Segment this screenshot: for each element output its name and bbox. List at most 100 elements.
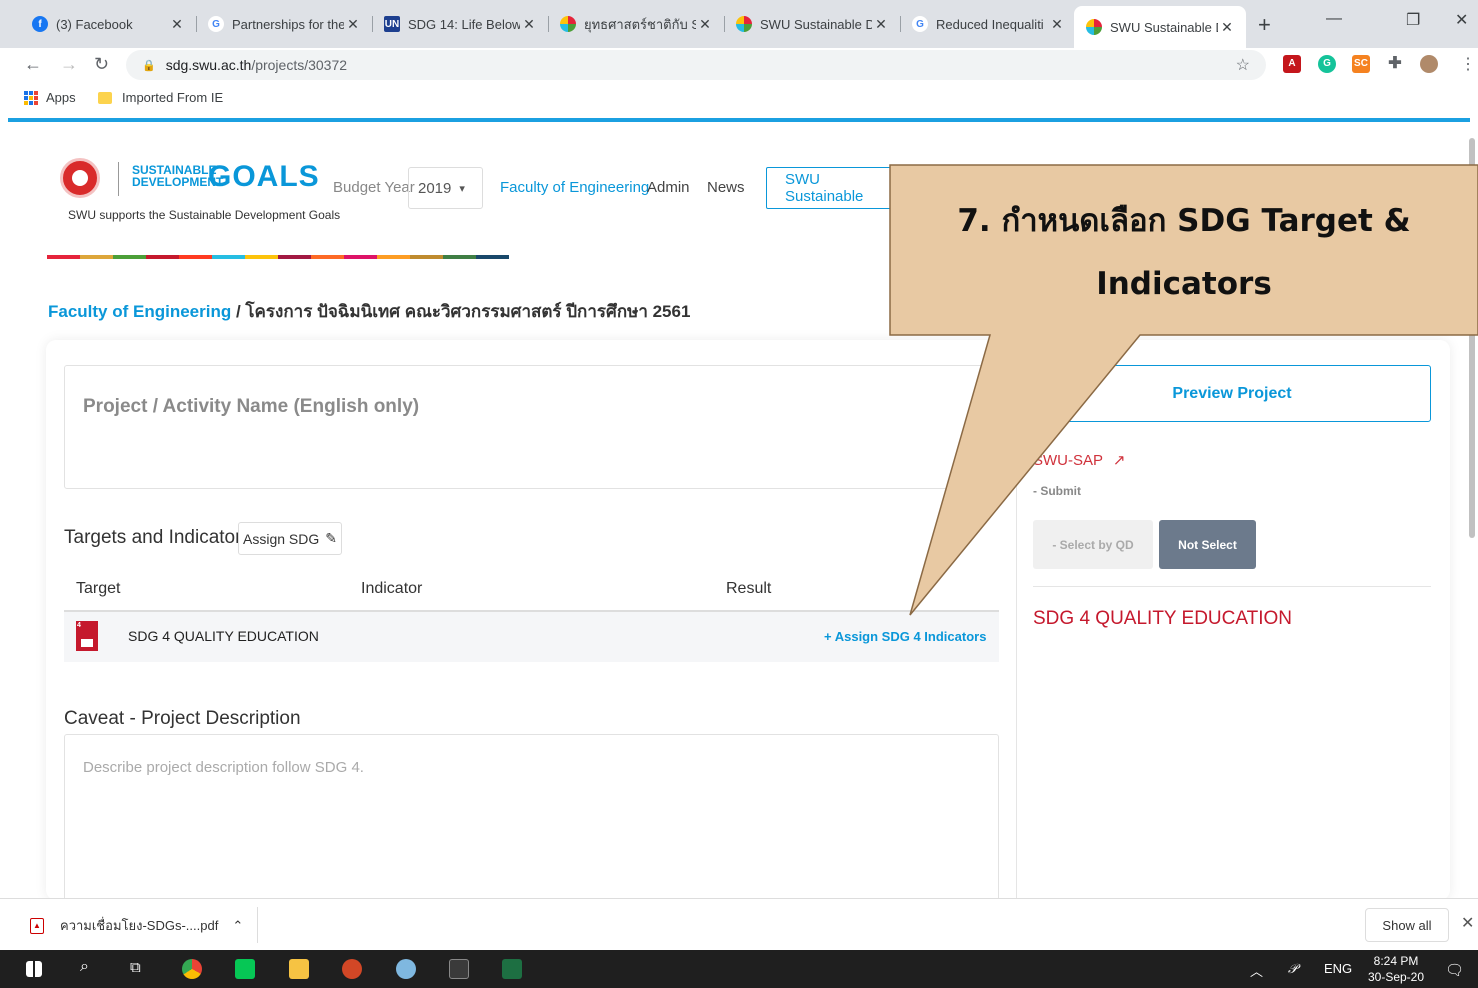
breadcrumb-current: โครงการ ปัจฉิมนิเทศ คณะวิศวกรรมศาสตร์ ปี… — [245, 302, 691, 321]
chevron-down-icon: ▾ — [459, 182, 465, 195]
show-all-button[interactable]: Show all — [1365, 908, 1449, 942]
nav-faculty-link[interactable]: Faculty of Engineering — [500, 179, 649, 196]
language-indicator[interactable]: ENG — [1324, 961, 1352, 976]
tab-title: SWU Sustainable D — [1110, 19, 1218, 35]
swu-sap-label: SWU-SAP — [1033, 452, 1103, 469]
sidebar-sdg-heading: SDG 4 QUALITY EDUCATION — [1033, 608, 1293, 629]
profile-avatar[interactable] — [1420, 55, 1438, 73]
sc-extension-icon[interactable]: SC — [1352, 55, 1370, 73]
powerpoint-taskbar-icon[interactable] — [342, 959, 362, 979]
close-window-icon[interactable]: ✕ — [1455, 10, 1468, 30]
column-header-target: Target — [76, 580, 121, 597]
google-icon: G — [912, 16, 928, 32]
paint-taskbar-icon[interactable] — [396, 959, 416, 979]
url-path: /projects/30372 — [251, 57, 348, 73]
select-by-qd-button[interactable]: - Select by QD — [1033, 520, 1153, 569]
close-tab-icon[interactable]: ✕ — [344, 16, 362, 33]
tab-reduced-inequalities[interactable]: G Reduced Inequaliti ✕ — [900, 8, 1076, 40]
assign-sdg-button[interactable]: Assign SDG ✎ — [238, 522, 342, 555]
close-tab-icon[interactable]: ✕ — [168, 16, 186, 33]
forward-icon[interactable]: → — [60, 54, 78, 75]
column-header-result: Result — [726, 580, 772, 597]
bookmark-folder-imported[interactable]: Imported From IE — [98, 90, 223, 105]
line-taskbar-icon[interactable] — [235, 959, 255, 979]
table-row: 4 SDG 4 QUALITY EDUCATION + Assign SDG 4… — [64, 612, 999, 662]
tab-partnerships[interactable]: G Partnerships for the ✕ — [196, 8, 373, 40]
callout-line-2: Indicators — [1096, 266, 1272, 302]
project-name-placeholder: Project / Activity Name (English only) — [83, 396, 420, 417]
tab-strategy[interactable]: ยุทธศาสตร์ชาติกับ SI ✕ — [548, 8, 725, 40]
submit-status: - Submit — [1033, 484, 1081, 498]
budget-year-label: Budget Year — [333, 179, 415, 196]
back-icon[interactable]: ← — [24, 54, 42, 75]
tab-swu-active[interactable]: SWU Sustainable D ✕ — [1074, 6, 1246, 48]
nav-swu-sustainable-button[interactable]: SWU Sustainable — [766, 167, 896, 209]
acrobat-extension-icon[interactable]: A — [1283, 55, 1301, 73]
grammarly-extension-icon[interactable]: G — [1318, 55, 1336, 73]
pen-icon[interactable]: 𝒫 — [1288, 961, 1297, 977]
project-description-textarea[interactable]: Describe project description follow SDG … — [64, 734, 999, 904]
file-explorer-icon[interactable] — [289, 959, 309, 979]
nav-news-link[interactable]: News — [707, 179, 745, 196]
not-select-button[interactable]: Not Select — [1159, 520, 1256, 569]
extensions-puzzle-icon[interactable]: ✚ — [1386, 55, 1404, 73]
bookmark-star-icon[interactable]: ☆ — [1236, 55, 1250, 75]
notification-icon[interactable]: 🗨 — [1445, 961, 1464, 979]
sidebar-separator — [1033, 586, 1431, 587]
menu-kebab-icon[interactable]: ⋮ — [1460, 54, 1476, 74]
budget-year-select[interactable]: 2019 ▾ — [408, 167, 483, 209]
restore-icon[interactable]: ❐ — [1406, 10, 1420, 30]
excel-taskbar-icon[interactable] — [502, 959, 522, 979]
download-item[interactable]: ▲ ความเชื่อมโยง-SDGs-....pdf ⌃ — [30, 915, 243, 936]
reload-icon[interactable]: ↻ — [94, 54, 109, 75]
assign-sdg4-indicators-link[interactable]: + Assign SDG 4 Indicators — [824, 629, 986, 644]
caveat-section-title: Caveat - Project Description — [64, 708, 301, 729]
bookmark-label: Apps — [46, 90, 76, 105]
project-name-input[interactable]: Project / Activity Name (English only) — [64, 365, 999, 489]
download-bar: ▲ ความเชื่อมโยง-SDGs-....pdf ⌃ Show all … — [0, 898, 1478, 950]
close-tab-icon[interactable]: ✕ — [1218, 19, 1236, 36]
preview-project-button[interactable]: Preview Project — [1033, 365, 1431, 422]
bookmark-apps[interactable]: Apps — [24, 90, 76, 105]
windows-start-icon[interactable] — [26, 961, 42, 977]
tab-sdg14[interactable]: UN SDG 14: Life Below ✕ — [372, 8, 549, 40]
tab-swu-1[interactable]: SWU Sustainable D ✕ — [724, 8, 901, 40]
close-tab-icon[interactable]: ✕ — [696, 16, 714, 33]
browser-tab-strip: f (3) Facebook ✕ G Partnerships for the … — [0, 0, 1478, 48]
taskbar-clock[interactable]: 8:24 PM 30-Sep-20 — [1364, 953, 1428, 985]
folder-icon — [98, 91, 112, 104]
close-download-bar-icon[interactable]: ✕ — [1461, 913, 1474, 933]
nav-admin-link[interactable]: Admin — [647, 179, 690, 196]
close-tab-icon[interactable]: ✕ — [520, 16, 538, 33]
breadcrumb-faculty-link[interactable]: Faculty of Engineering — [48, 302, 231, 321]
download-filename: ความเชื่อมโยง-SDGs-....pdf — [60, 918, 219, 933]
sdg-row-label: SDG 4 QUALITY EDUCATION — [128, 628, 319, 644]
breadcrumb: Faculty of Engineering / โครงการ ปัจฉิมน… — [48, 298, 690, 325]
new-tab-icon[interactable]: + — [1258, 12, 1271, 38]
acrobat-taskbar-icon[interactable] — [449, 959, 469, 979]
chevron-up-icon[interactable]: ⌃ — [232, 918, 243, 934]
external-link-icon: ↗ — [1112, 452, 1126, 469]
tab-title: ยุทธศาสตร์ชาติกับ SI — [584, 16, 696, 32]
tab-facebook[interactable]: f (3) Facebook ✕ — [20, 8, 197, 40]
search-icon[interactable]: ⌕ — [80, 958, 89, 976]
tab-title: Partnerships for the — [232, 16, 344, 32]
close-tab-icon[interactable]: ✕ — [1048, 16, 1066, 33]
close-tab-icon[interactable]: ✕ — [872, 16, 890, 33]
un-icon: UN — [384, 16, 400, 32]
bookmark-label: Imported From IE — [122, 90, 224, 105]
minimize-icon[interactable]: — — [1326, 10, 1342, 28]
tab-title: SWU Sustainable D — [760, 16, 872, 32]
swu-sap-link[interactable]: SWU-SAP ↗ — [1033, 451, 1125, 469]
callout-text: 7. กำหนดเลือก SDG Target & Indicators — [890, 190, 1478, 316]
tray-chevron-up-icon[interactable]: ︿ — [1250, 961, 1263, 980]
column-header-indicator: Indicator — [361, 580, 423, 597]
description-placeholder: Describe project description follow SDG … — [83, 759, 364, 776]
not-select-label: Not Select — [1178, 537, 1237, 552]
logo-divider — [118, 162, 119, 196]
task-view-icon[interactable]: ⧉ — [130, 959, 141, 976]
lock-icon: 🔒 — [142, 59, 156, 72]
chrome-taskbar-icon[interactable] — [182, 959, 202, 979]
clock-date: 30-Sep-20 — [1367, 970, 1425, 984]
address-bar[interactable]: 🔒 sdg.swu.ac.th /projects/30372 ☆ — [126, 50, 1266, 80]
